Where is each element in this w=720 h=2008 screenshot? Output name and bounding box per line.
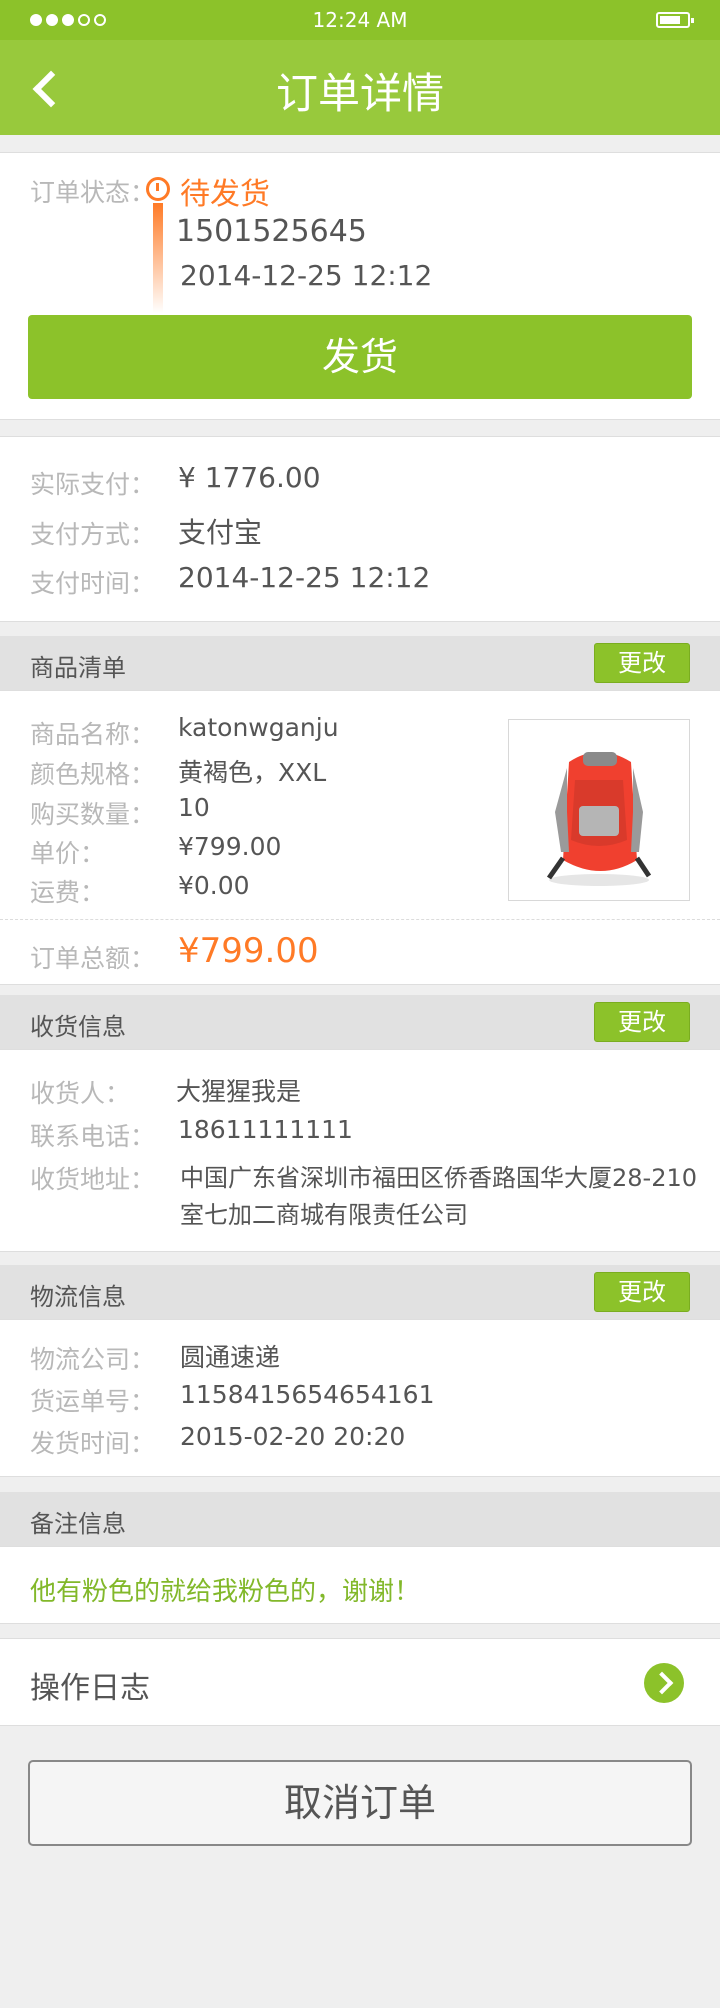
shipping-section-header: 收货信息 更改 xyxy=(0,995,720,1049)
logistics-card: 物流公司： 圆通速递 货运单号： 1158415654654161 发货时间： … xyxy=(0,1319,720,1477)
cancel-order-button[interactable]: 取消订单 xyxy=(28,1760,692,1846)
goods-field-value: ¥799.00 xyxy=(178,832,282,861)
battery-icon xyxy=(656,12,694,28)
payment-value: ¥ 1776.00 xyxy=(178,461,321,494)
goods-field-label: 购买数量： xyxy=(30,800,156,829)
goods-section-title: 商品清单 xyxy=(30,654,126,682)
page-title: 订单详情 xyxy=(275,69,444,118)
tracking-number: 1158415654654161 xyxy=(180,1380,435,1409)
shipping-section-title: 收货信息 xyxy=(30,1013,126,1041)
shipping-card: 收货人： 大猩猩我是 联系电话： 18611111111 收货地址： 中国广东省… xyxy=(0,1049,720,1252)
shipping-field-label: 收货地址： xyxy=(30,1165,156,1194)
address-line-1: 中国广东省深圳市福田区侨香路国华大厦28-210 xyxy=(180,1164,698,1192)
shipping-field-label: 联系电话： xyxy=(30,1122,156,1151)
goods-section-header: 商品清单 更改 xyxy=(0,636,720,690)
order-status-card: 订单状态： 待发货 1501525645 2014-12-25 12:12 发货 xyxy=(0,152,720,420)
payment-label: 支付时间： xyxy=(30,569,156,598)
order-total-value: ¥799.00 xyxy=(178,931,319,971)
ship-time: 2015-02-20 20:20 xyxy=(180,1422,406,1451)
remark-card: 他有粉色的就给我粉色的，谢谢！ xyxy=(0,1546,720,1624)
operation-log-title: 操作日志 xyxy=(30,1671,150,1706)
logistics-company: 圆通速递 xyxy=(180,1343,281,1372)
order-time: 2014-12-25 12:12 xyxy=(180,259,433,292)
logistics-section-header: 物流信息 更改 xyxy=(0,1265,720,1319)
remark-text: 他有粉色的就给我粉色的，谢谢！ xyxy=(30,1577,421,1607)
status-bar: 12:24 AM xyxy=(0,0,720,40)
goods-field-value: katonwganju xyxy=(178,713,339,742)
goods-field-value: ¥0.00 xyxy=(178,871,250,900)
timeline-line xyxy=(153,203,163,313)
product-image[interactable] xyxy=(508,719,690,901)
remark-section-header: 备注信息 xyxy=(0,1492,720,1546)
divider xyxy=(0,919,720,920)
payment-value: 支付宝 xyxy=(178,516,263,549)
ship-button[interactable]: 发货 xyxy=(28,315,692,399)
logistics-field-label: 货运单号： xyxy=(30,1387,156,1416)
address-line-2: 室七加二商城有限责任公司 xyxy=(180,1201,468,1229)
status-time: 12:24 AM xyxy=(312,8,408,32)
payment-value: 2014-12-25 12:12 xyxy=(178,561,431,594)
logistics-section-title: 物流信息 xyxy=(30,1283,126,1311)
remark-section-title: 备注信息 xyxy=(30,1510,126,1538)
logistics-edit-button[interactable]: 更改 xyxy=(594,1272,690,1312)
shipping-edit-button[interactable]: 更改 xyxy=(594,1002,690,1042)
goods-edit-button[interactable]: 更改 xyxy=(594,643,690,683)
order-status-label: 订单状态： xyxy=(30,178,156,207)
chevron-right-icon[interactable] xyxy=(644,1663,684,1703)
receiver-name: 大猩猩我是 xyxy=(176,1077,302,1106)
payment-card: 实际支付： ¥ 1776.00 支付方式： 支付宝 支付时间： 2014-12-… xyxy=(0,436,720,622)
goods-field-label: 颜色规格： xyxy=(30,760,156,789)
payment-label: 实际支付： xyxy=(30,470,156,499)
phone-number: 18611111111 xyxy=(178,1115,353,1144)
goods-field-label: 单价： xyxy=(30,839,106,868)
clock-icon xyxy=(146,177,170,201)
logistics-field-label: 发货时间： xyxy=(30,1429,156,1458)
goods-card: 商品名称： katonwganju 颜色规格： 黄褐色，XXL 购买数量： 10… xyxy=(0,690,720,985)
nav-bar: 订单详情 xyxy=(0,40,720,135)
goods-field-value: 10 xyxy=(178,793,210,822)
goods-field-value: 黄褐色，XXL xyxy=(178,758,327,787)
operation-log-row[interactable]: 操作日志 xyxy=(0,1638,720,1726)
payment-label: 支付方式： xyxy=(30,520,156,549)
order-total-label: 订单总额： xyxy=(30,944,156,973)
goods-field-label: 运费： xyxy=(30,878,106,907)
order-status-value: 待发货 xyxy=(180,177,270,212)
logistics-field-label: 物流公司： xyxy=(30,1345,156,1374)
order-number: 1501525645 xyxy=(176,214,367,249)
shipping-field-label: 收货人： xyxy=(30,1079,131,1108)
goods-field-label: 商品名称： xyxy=(30,720,156,749)
